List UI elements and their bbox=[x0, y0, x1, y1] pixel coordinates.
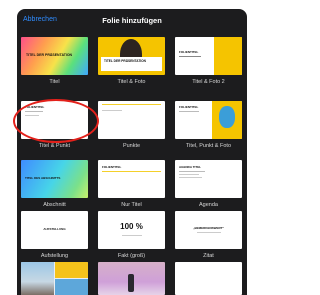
photo-right-bottom bbox=[55, 279, 88, 295]
layout-tile-titel-punkt-foto[interactable]: FOLIENTITEL Titel, Punkt & Foto bbox=[175, 101, 242, 149]
layout-tile-punkte[interactable]: Punkte bbox=[98, 101, 165, 149]
layout-label: Punkte bbox=[122, 143, 141, 149]
add-slide-sheet: Abbrechen Folie hinzufügen TITEL DER PRÄ… bbox=[17, 9, 247, 295]
layout-label: Zitat bbox=[203, 253, 214, 259]
layout-tile-abschnitt[interactable]: TITEL DES ABSCHNITTS Abschnitt bbox=[21, 160, 88, 208]
layout-tile-leer[interactable] bbox=[175, 262, 242, 295]
layout-thumbnail: TITEL DER PRÄSENTATION bbox=[21, 37, 88, 75]
layout-label: Abschnitt bbox=[43, 202, 66, 208]
layout-label: Titel & Foto 2 bbox=[192, 79, 225, 85]
layout-thumbnail: TITEL DER PRÄSENTATION bbox=[98, 37, 165, 75]
layout-label: Aufstellung bbox=[40, 253, 69, 259]
layout-label: Titel & Punkt bbox=[39, 143, 70, 149]
photo-left bbox=[21, 262, 54, 295]
photo-right-top bbox=[55, 262, 88, 278]
layout-label: Titel & Foto bbox=[117, 79, 146, 85]
layout-thumbnail: FOLIENTITEL bbox=[98, 160, 165, 198]
layout-tile-aufstellung[interactable]: AUFSTELLUNG Aufstellung bbox=[21, 211, 88, 259]
layout-thumbnail: FOLIENTITEL bbox=[175, 37, 242, 75]
layout-thumbnail: AGENDA TITEL bbox=[175, 160, 242, 198]
layout-label: Titel, Punkt & Foto bbox=[185, 143, 232, 149]
layout-thumbnail bbox=[98, 262, 165, 295]
layout-tile-zitat[interactable]: „BEMERKENSWERT“ Zitat bbox=[175, 211, 242, 259]
sheet-header: Abbrechen Folie hinzufügen bbox=[17, 9, 247, 33]
yellow-photo-area bbox=[214, 37, 242, 75]
layout-tile-titel-punkt[interactable]: FOLIENTITEL Titel & Punkt bbox=[21, 101, 88, 149]
layout-tile-fotos[interactable] bbox=[21, 262, 88, 295]
layout-thumbnail bbox=[98, 101, 165, 139]
layout-tile-foto[interactable] bbox=[98, 262, 165, 295]
layout-label: Fakt (groß) bbox=[117, 253, 146, 259]
layout-tile-agenda[interactable]: AGENDA TITEL Agenda bbox=[175, 160, 242, 208]
layout-thumbnail: AUFSTELLUNG bbox=[21, 211, 88, 249]
layout-thumbnail bbox=[175, 262, 242, 295]
layout-thumbnail: FOLIENTITEL bbox=[175, 101, 242, 139]
layout-tile-titel[interactable]: TITEL DER PRÄSENTATION Titel bbox=[21, 37, 88, 85]
layout-label: Titel bbox=[49, 79, 60, 85]
layout-thumbnail: TITEL DES ABSCHNITTS bbox=[21, 160, 88, 198]
layout-tile-fakt-gross[interactable]: 100 % Fakt (groß) bbox=[98, 211, 165, 259]
layout-tile-titel-foto-2[interactable]: FOLIENTITEL Titel & Foto 2 bbox=[175, 37, 242, 85]
layout-thumbnail: 100 % bbox=[98, 211, 165, 249]
sheet-title: Folie hinzufügen bbox=[102, 16, 162, 25]
layout-thumbnail bbox=[21, 262, 88, 295]
layout-label: Agenda bbox=[199, 202, 218, 208]
layout-tile-nur-titel[interactable]: FOLIENTITEL Nur Titel bbox=[98, 160, 165, 208]
layout-label: Nur Titel bbox=[121, 202, 142, 208]
layout-tile-titel-foto[interactable]: TITEL DER PRÄSENTATION Titel & Foto bbox=[98, 37, 165, 85]
person-photo bbox=[219, 106, 235, 128]
layout-thumbnail: „BEMERKENSWERT“ bbox=[175, 211, 242, 249]
layout-thumbnail: FOLIENTITEL bbox=[21, 101, 88, 139]
person-photo bbox=[128, 274, 134, 292]
